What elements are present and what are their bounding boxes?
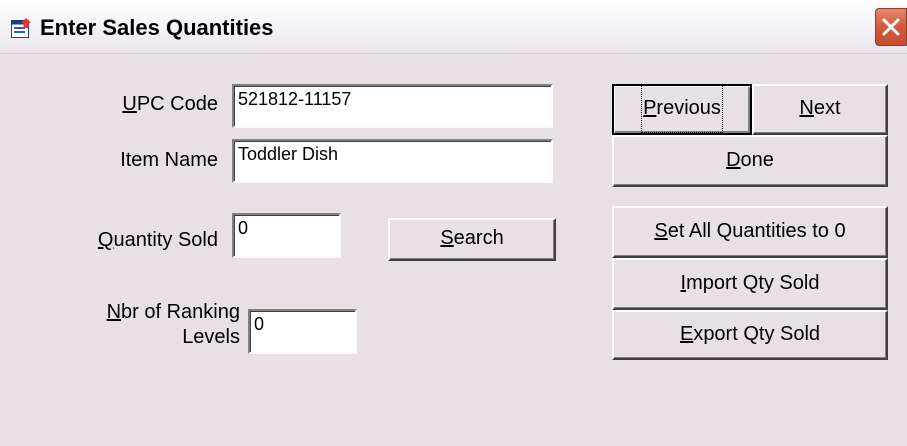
item-name-label: Item Name	[120, 149, 218, 171]
window-title: Enter Sales Quantities	[40, 15, 274, 40]
quantity-sold-input[interactable]: 0	[232, 213, 341, 258]
upc-code-label: UPC Code	[122, 93, 218, 115]
item-name-input[interactable]: Toddler Dish	[232, 139, 553, 183]
enter-sales-quantities-window: Enter Sales Quantities UPC Code 521812-1…	[0, 0, 907, 446]
title-bar[interactable]: Enter Sales Quantities	[0, 0, 907, 54]
ranking-levels-input[interactable]: 0	[248, 309, 357, 354]
previous-button[interactable]: Previous	[612, 84, 752, 135]
upc-code-input[interactable]: 521812-11157	[232, 84, 553, 128]
search-button[interactable]: Search	[388, 218, 556, 261]
done-button[interactable]: Done	[612, 135, 888, 187]
form-window-icon	[11, 18, 32, 39]
import-qty-sold-button[interactable]: Import Qty Sold	[612, 258, 888, 310]
set-all-quantities-button[interactable]: Set All Quantities to 0	[612, 206, 888, 258]
quantity-sold-label: Quantity Sold	[97, 229, 218, 251]
close-button[interactable]	[875, 8, 907, 46]
ranking-levels-label-line1: Nbr of Ranking	[106, 301, 240, 323]
export-qty-sold-button[interactable]: Export Qty Sold	[612, 310, 888, 360]
next-button[interactable]: Next	[752, 84, 888, 135]
ranking-levels-label-line2: Levels	[182, 326, 240, 348]
